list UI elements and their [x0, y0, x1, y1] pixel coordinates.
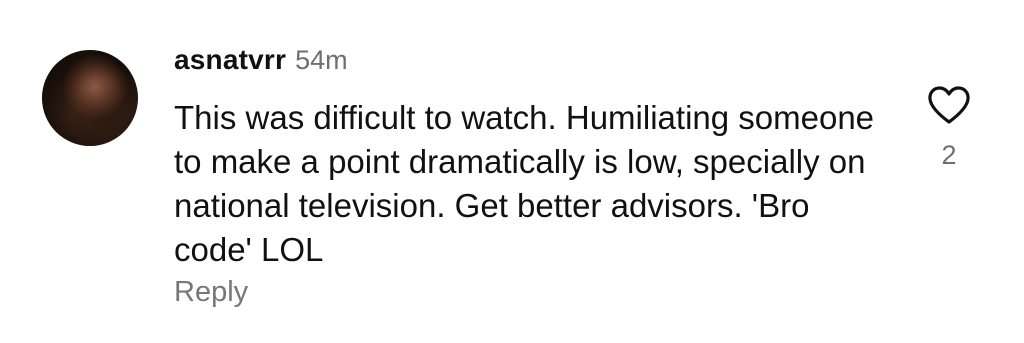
heart-outline-icon — [928, 86, 970, 124]
username-link[interactable]: asnatvrr — [174, 44, 286, 76]
comment-header: asnatvrr 54m — [174, 44, 348, 80]
like-count: 2 — [941, 140, 957, 170]
like-button[interactable] — [926, 84, 972, 126]
comment-text: This was difficult to watch. Humiliating… — [174, 99, 875, 268]
reply-button[interactable]: Reply — [174, 276, 248, 309]
comment-item: asnatvrr 54m This was difficult to watch… — [0, 0, 1024, 343]
comment-timestamp: 54m — [295, 45, 348, 75]
avatar-shade — [42, 50, 138, 146]
avatar[interactable] — [42, 50, 138, 146]
